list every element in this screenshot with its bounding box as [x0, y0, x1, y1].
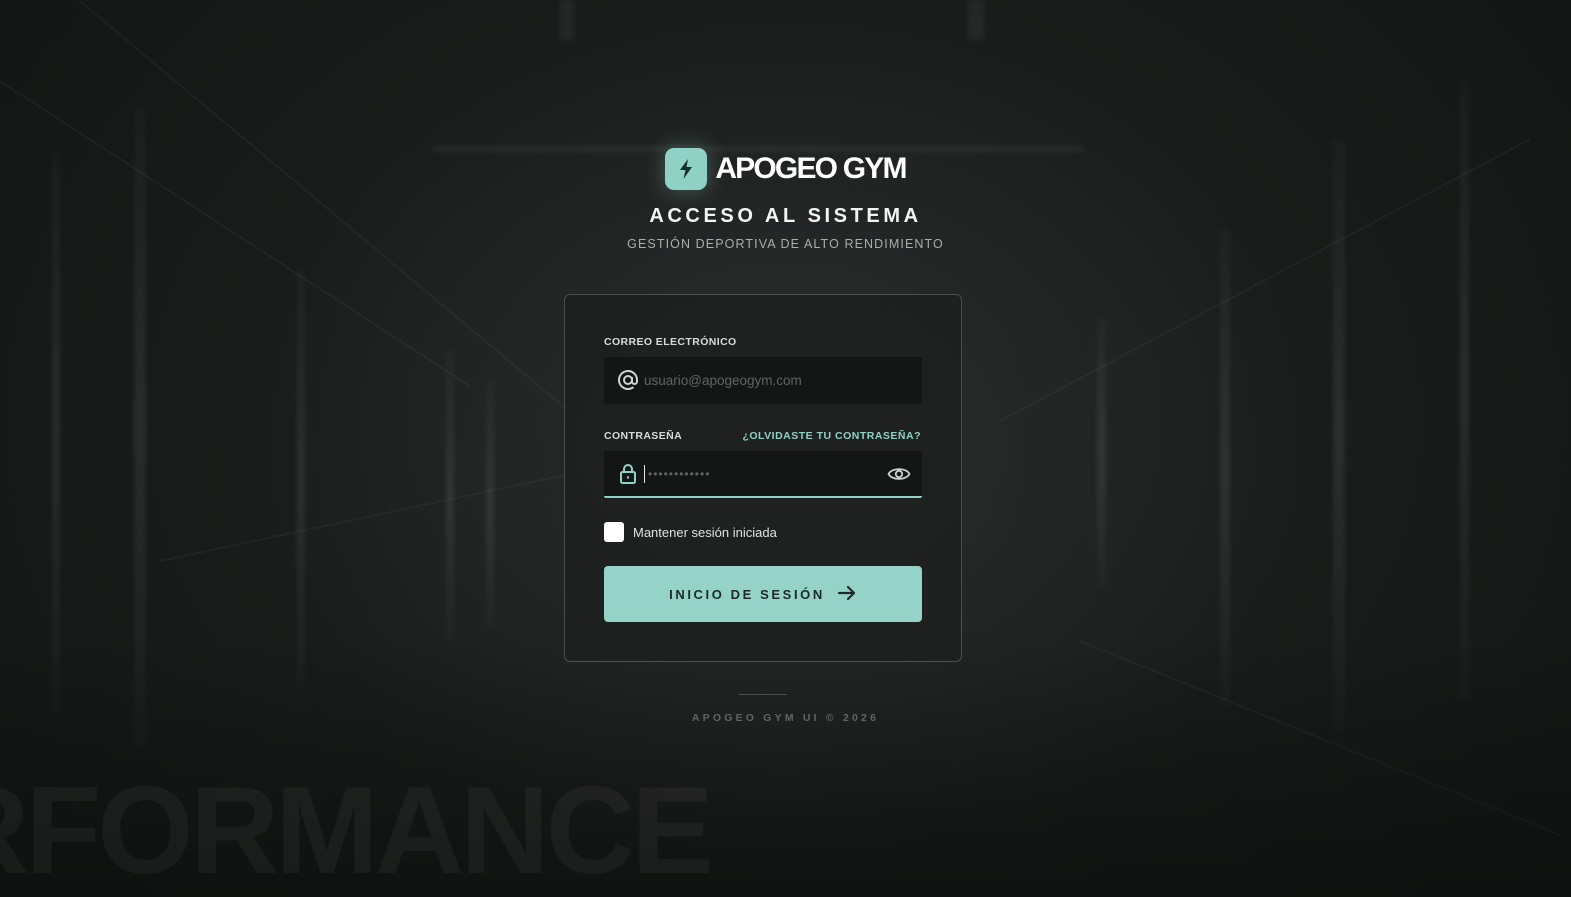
at-sign-icon — [617, 369, 639, 391]
password-label: CONTRASEÑA — [604, 430, 683, 442]
page-title: ACCESO AL SISTEMA — [649, 205, 922, 227]
footer-divider — [739, 694, 787, 695]
login-form: CORREO ELECTRÓNICO CONTRASEÑA ¿OLVIDASTE… — [564, 294, 962, 662]
login-button[interactable]: INICIO DE SESIÓN — [604, 566, 922, 622]
email-label: CORREO ELECTRÓNICO — [604, 336, 737, 348]
remember-label: Mantener sesión iniciada — [633, 524, 777, 540]
login-button-label: INICIO DE SESIÓN — [669, 586, 825, 602]
forgot-password-link[interactable]: ¿OLVIDASTE TU CONTRASEÑA? — [742, 430, 921, 442]
lock-icon — [617, 463, 639, 485]
login-page: RFORMANCE APOGEO GYM ACCESO AL SISTEMA G… — [0, 0, 1571, 897]
footer-text: APOGEO GYM UI © 2026 — [691, 712, 880, 724]
brand-name: APOGEO GYM — [715, 152, 907, 185]
page-subtitle: GESTIÓN DEPORTIVA DE ALTO RENDIMIENTO — [627, 237, 944, 251]
text-caret — [644, 465, 645, 483]
email-field[interactable] — [604, 357, 922, 404]
background-watermark: RFORMANCE — [0, 760, 714, 897]
password-field[interactable]: •••••••••••• — [604, 451, 922, 498]
eye-icon[interactable] — [887, 463, 911, 485]
brand-header: APOGEO GYM — [0, 148, 1571, 190]
arrow-right-icon — [837, 585, 857, 604]
remember-checkbox[interactable] — [604, 522, 624, 542]
remember-me[interactable]: Mantener sesión iniciada — [604, 522, 777, 542]
email-input[interactable] — [644, 357, 874, 404]
bolt-icon — [665, 148, 708, 190]
password-placeholder: •••••••••••• — [648, 467, 711, 481]
